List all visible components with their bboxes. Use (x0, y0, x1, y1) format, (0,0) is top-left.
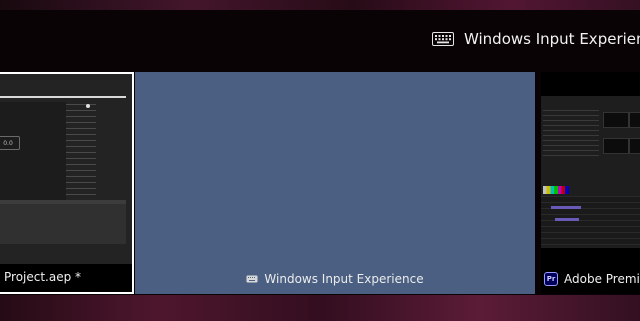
thumb-monitor (603, 112, 629, 128)
thumb-monitor (629, 138, 640, 154)
window-caption-text: Project.aep * (4, 270, 82, 284)
window-card-adobe-premiere[interactable]: Pr Adobe Premiere (541, 72, 640, 294)
background-glow-bottom (0, 295, 640, 321)
window-thumbnail: 0.0 (0, 74, 132, 264)
thumb-timeline (0, 204, 126, 244)
keyboard-icon (432, 32, 454, 46)
thumb-clip (551, 206, 581, 209)
window-thumbnail (541, 96, 640, 248)
window-caption: Project.aep * (0, 262, 132, 292)
thumb-project-panel (543, 110, 599, 156)
window-caption-text: Adobe Premiere (564, 272, 640, 286)
thumb-monitor (629, 112, 640, 128)
background-glow-top (0, 0, 640, 10)
thumb-comp-label: 0.0 (0, 136, 20, 150)
active-window-title: Windows Input Experience (432, 28, 640, 50)
window-caption: Windows Input Experience (135, 264, 535, 294)
window-thumbnail (135, 72, 535, 262)
thumb-cursor (86, 104, 90, 108)
window-caption-text: Windows Input Experience (264, 272, 424, 286)
thumb-timeline (541, 196, 640, 246)
thumb-clip (555, 218, 579, 221)
active-window-title-text: Windows Input Experience (464, 30, 640, 48)
thumb-monitor (603, 138, 629, 154)
window-card-project-aep[interactable]: 0.0 Project.aep * (0, 72, 134, 294)
window-caption: Pr Adobe Premiere (541, 264, 640, 294)
premiere-pro-icon: Pr (544, 272, 558, 286)
thumb-composition-panel (0, 102, 66, 202)
thumb-properties-panel (66, 104, 96, 200)
window-card-windows-input-experience[interactable]: Windows Input Experience (135, 72, 535, 294)
thumb-color-bars (543, 186, 569, 194)
thumb-menubar (0, 96, 126, 98)
keyboard-icon (246, 275, 258, 283)
